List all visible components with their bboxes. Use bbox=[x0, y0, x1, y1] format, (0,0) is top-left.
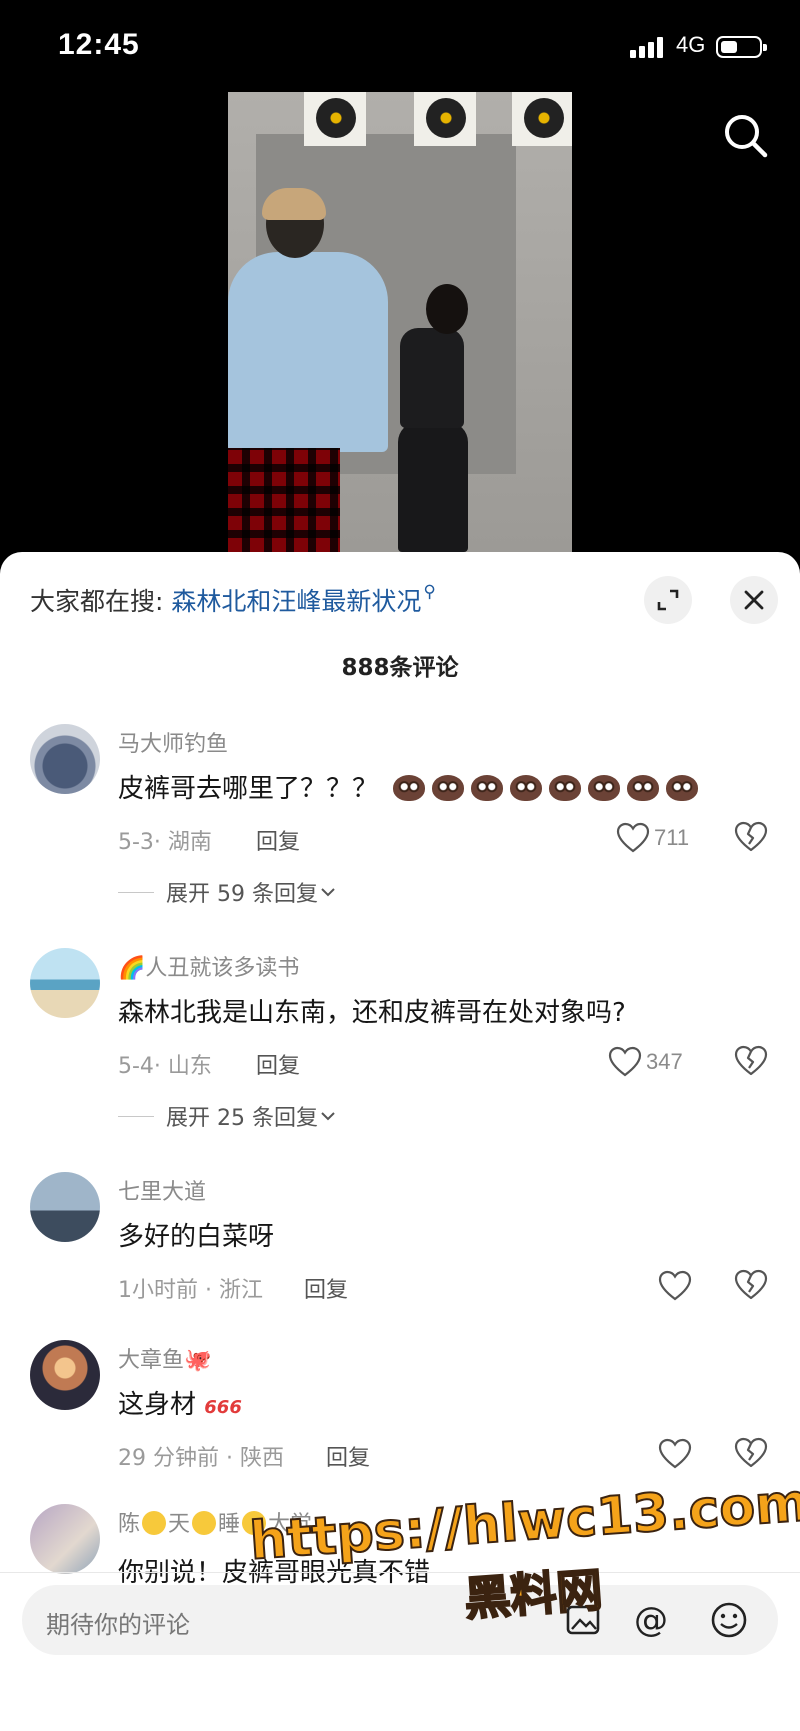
comment-text-body: 这身材 bbox=[118, 1390, 197, 1420]
like-button[interactable] bbox=[658, 1268, 692, 1304]
like-button[interactable]: 711 bbox=[616, 820, 689, 856]
poop-emoji bbox=[432, 774, 465, 801]
search-icon[interactable] bbox=[718, 108, 774, 164]
broken-heart-icon[interactable] bbox=[733, 1268, 769, 1304]
broken-heart-icon[interactable] bbox=[733, 1436, 769, 1472]
rainbow-emoji: 🌈 bbox=[118, 956, 146, 981]
mini-search-icon: ⚲ bbox=[423, 582, 436, 602]
reply-button[interactable]: 回复 bbox=[256, 1048, 300, 1080]
comment-username-text: 大章鱼 bbox=[118, 1348, 185, 1373]
trending-search[interactable]: 大家都在搜: 森林北和汪峰最新状况 ⚲ bbox=[30, 582, 436, 618]
expand-replies-button[interactable]: 展开 59 条回复 bbox=[118, 876, 338, 908]
status-bar: 12:45 4G bbox=[0, 0, 800, 92]
comment-username[interactable]: 七里大道 bbox=[118, 1174, 206, 1206]
poop-emoji-row bbox=[386, 774, 699, 804]
poop-emoji bbox=[471, 774, 504, 801]
signal-icon bbox=[630, 36, 670, 58]
heart-icon bbox=[658, 1438, 692, 1469]
comment-text-body: 皮裤哥去哪里了？？？ bbox=[118, 774, 379, 804]
reply-button[interactable]: 回复 bbox=[256, 824, 300, 856]
like-button[interactable] bbox=[658, 1436, 692, 1472]
heart-icon bbox=[616, 822, 650, 853]
broken-heart-icon[interactable] bbox=[733, 820, 769, 856]
avatar[interactable] bbox=[30, 948, 100, 1018]
close-icon[interactable] bbox=[730, 576, 778, 624]
comment-text: 森林北我是山东南，还和皮裤哥在处对象吗? bbox=[118, 998, 626, 1028]
chevron-down-icon bbox=[321, 888, 335, 897]
username-part: 睡 bbox=[218, 1512, 241, 1537]
comment-meta: 29 分钟前 · 陕西 bbox=[118, 1446, 284, 1471]
avatar[interactable] bbox=[30, 1172, 100, 1242]
comment-text: 多好的白菜呀 bbox=[118, 1222, 275, 1252]
comment-meta: 5-3· 湖南 bbox=[118, 830, 212, 855]
chevron-down-icon bbox=[321, 1112, 335, 1121]
reply-button[interactable]: 回复 bbox=[304, 1272, 348, 1304]
poop-emoji bbox=[393, 774, 426, 801]
trending-prefix: 大家都在搜: bbox=[30, 587, 164, 616]
network-type: 4G bbox=[676, 32, 706, 57]
poop-emoji bbox=[549, 774, 582, 801]
avatar[interactable] bbox=[30, 1504, 100, 1574]
comment-username[interactable]: 大章鱼🐙 bbox=[118, 1342, 211, 1374]
like-count: 711 bbox=[654, 825, 690, 850]
status-time: 12:45 bbox=[58, 28, 140, 61]
heart-icon bbox=[608, 1046, 642, 1077]
expand-replies-button[interactable]: 展开 25 条回复 bbox=[118, 1100, 338, 1132]
battery-icon bbox=[716, 36, 767, 58]
expand-icon[interactable] bbox=[644, 576, 692, 624]
comment-meta: 1小时前 · 浙江 bbox=[118, 1278, 263, 1303]
emoji-666: 666 bbox=[204, 1397, 242, 1418]
comment-input-placeholder: 期待你的评论 bbox=[46, 1611, 190, 1639]
broken-heart-icon[interactable] bbox=[733, 1044, 769, 1080]
like-button[interactable]: 347 bbox=[608, 1044, 683, 1080]
username-part: 陈 bbox=[118, 1512, 141, 1537]
tongue-emoji bbox=[192, 1511, 217, 1535]
comment-text: 这身材 666 bbox=[118, 1384, 242, 1421]
like-count: 347 bbox=[646, 1049, 683, 1074]
comment-username[interactable]: 🌈人丑就该多读书 bbox=[118, 950, 299, 982]
octopus-emoji: 🐙 bbox=[184, 1348, 212, 1373]
reply-button[interactable]: 回复 bbox=[326, 1440, 370, 1472]
comment-username[interactable]: 马大师钓鱼 bbox=[118, 726, 228, 758]
avatar[interactable] bbox=[30, 724, 100, 794]
username-part: 天 bbox=[168, 1512, 191, 1537]
video-player[interactable] bbox=[228, 92, 572, 552]
trending-query-link[interactable]: 森林北和汪峰最新状况 bbox=[171, 587, 421, 616]
avatar[interactable] bbox=[30, 1340, 100, 1410]
comment-username-text: 人丑就该多读书 bbox=[145, 956, 300, 981]
expand-replies-label: 展开 25 条回复 bbox=[166, 1106, 318, 1131]
grin-emoji bbox=[142, 1511, 167, 1535]
comment-text: 皮裤哥去哪里了？？？ bbox=[118, 768, 699, 805]
poop-emoji bbox=[627, 774, 660, 801]
poop-emoji bbox=[666, 774, 699, 801]
expand-replies-label: 展开 59 条回复 bbox=[166, 882, 318, 907]
watermark-site: 黑料网 bbox=[462, 1562, 605, 1627]
poop-emoji bbox=[510, 774, 543, 801]
heart-icon bbox=[658, 1270, 692, 1301]
comment-meta: 5-4· 山东 bbox=[118, 1054, 212, 1079]
poop-emoji bbox=[588, 774, 621, 801]
comment-count: 888条评论 bbox=[341, 655, 459, 681]
